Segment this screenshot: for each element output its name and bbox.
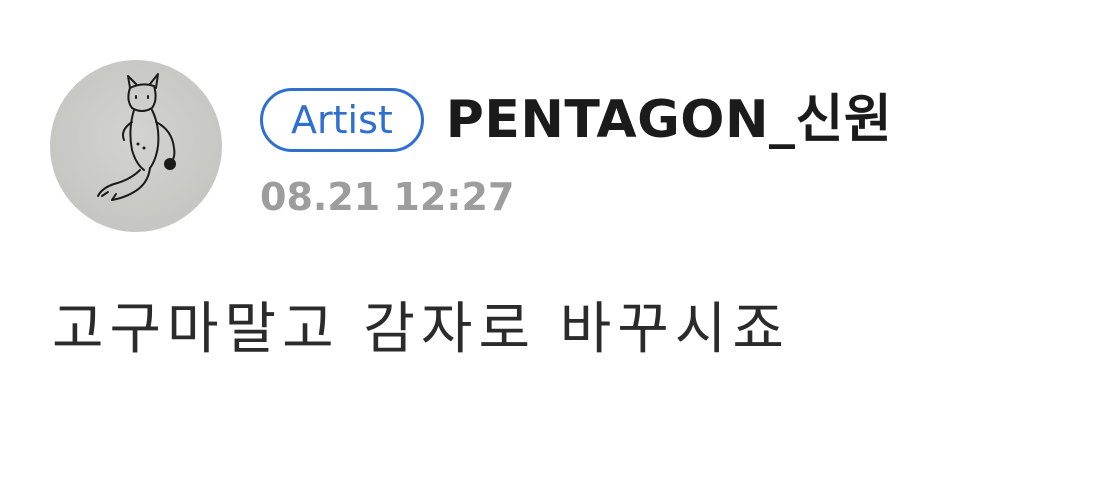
post-card: Artist PENTAGON_신원 08.21 12:27 고구마말고 감자로… <box>0 0 1098 479</box>
artist-badge: Artist <box>260 88 424 152</box>
post-header: Artist PENTAGON_신원 <box>260 80 892 160</box>
author-name[interactable]: PENTAGON_신원 <box>446 94 892 146</box>
post-content: 고구마말고 감자로 바꾸시죠 <box>52 297 790 362</box>
avatar[interactable] <box>50 60 222 232</box>
doodle-character-icon <box>97 73 176 201</box>
post-timestamp: 08.21 12:27 <box>260 175 515 219</box>
